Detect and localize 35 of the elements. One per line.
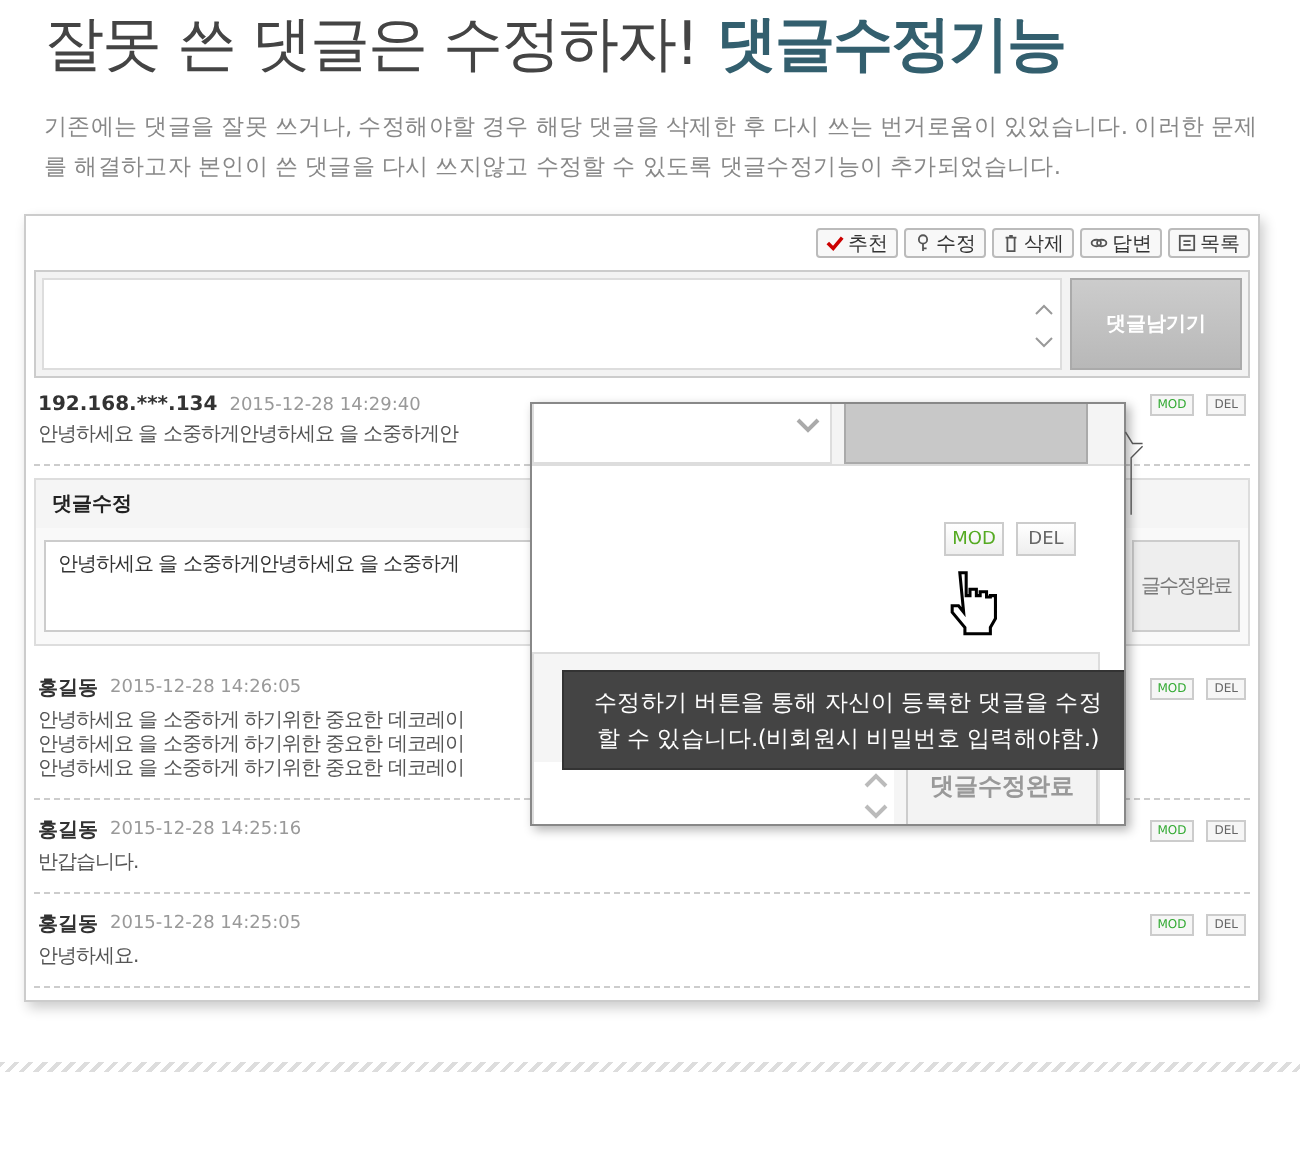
comment-author: 홍길동 <box>38 912 98 938</box>
comment-input[interactable] <box>42 278 1062 370</box>
comment-date: 2015-12-28 14:25:16 <box>110 820 302 840</box>
headline-highlight: 댓글수정기능 <box>717 8 1066 84</box>
toolbar-button[interactable]: 답변 <box>1080 228 1162 258</box>
comment-date: 2015-12-28 14:25:05 <box>110 914 302 934</box>
toolbar-button[interactable]: 추천 <box>816 228 898 258</box>
comment-author: 홍길동 <box>38 818 98 844</box>
comment-author: 홍길동 <box>38 676 98 702</box>
comment-author: 192.168.***.134 <box>38 394 218 416</box>
intro-paragraph: 기존에는 댓글을 잘못 쓰거나, 수정해야할 경우 해당 댓글을 삭제한 후 다시 쓰는 번거로움이 있었습니다. 이러한 문제를 해결하고자 본인이 쓴 댓글을 다시 쓰지않고 수정할 수 있도록 댓글수정기능이 추가되었습니다. <box>44 110 1260 184</box>
toolbar-button[interactable]: 목록 <box>1168 228 1250 258</box>
tooltip: 수정하기 버튼을 통해 자신이 등록한 댓글을 수정 할 수 있습니다.(비회원시 비밀번호 입력해야함.) <box>564 672 1124 768</box>
comment-text: 안녕하세요 을 소중하게 하기위한 중요한 데코레이 <box>38 710 464 734</box>
comment-text: 반갑습니다. <box>38 852 139 876</box>
comment-text: 안녕하세요. <box>38 946 139 970</box>
comment-date: 2015-12-28 14:29:40 <box>229 395 421 415</box>
link-icon <box>1090 234 1108 252</box>
toolbar-button[interactable]: 수정 <box>904 228 986 258</box>
comment-input[interactable] <box>532 404 832 464</box>
comment-action-button[interactable]: MOD <box>944 522 1004 556</box>
key-icon <box>914 234 932 252</box>
submit-button[interactable] <box>844 404 1088 464</box>
comment-text: 안녕하세요 을 소중하게 하기위한 중요한 데코레이 <box>38 758 464 782</box>
comment-text: 안녕하세요 을 소중하게안녕하세요 을 소중하게안 <box>38 424 459 448</box>
check-icon <box>826 234 844 252</box>
list-icon <box>1178 234 1196 252</box>
trash-icon <box>1002 234 1020 252</box>
comment-action-button[interactable]: DEL <box>1016 522 1076 556</box>
edit-panel-title: 댓글수정 <box>50 492 134 520</box>
comment-text: 안녕하세요 을 소중하게 하기위한 중요한 데코레이 <box>38 734 464 758</box>
toolbar-button[interactable]: 삭제 <box>992 228 1074 258</box>
edit-complete-button[interactable]: 글수정완료 <box>1132 540 1240 632</box>
headline: 잘못 쓴 댓글은 수정하자! <box>44 8 698 84</box>
comment-date: 2015-12-28 14:26:05 <box>110 678 302 698</box>
